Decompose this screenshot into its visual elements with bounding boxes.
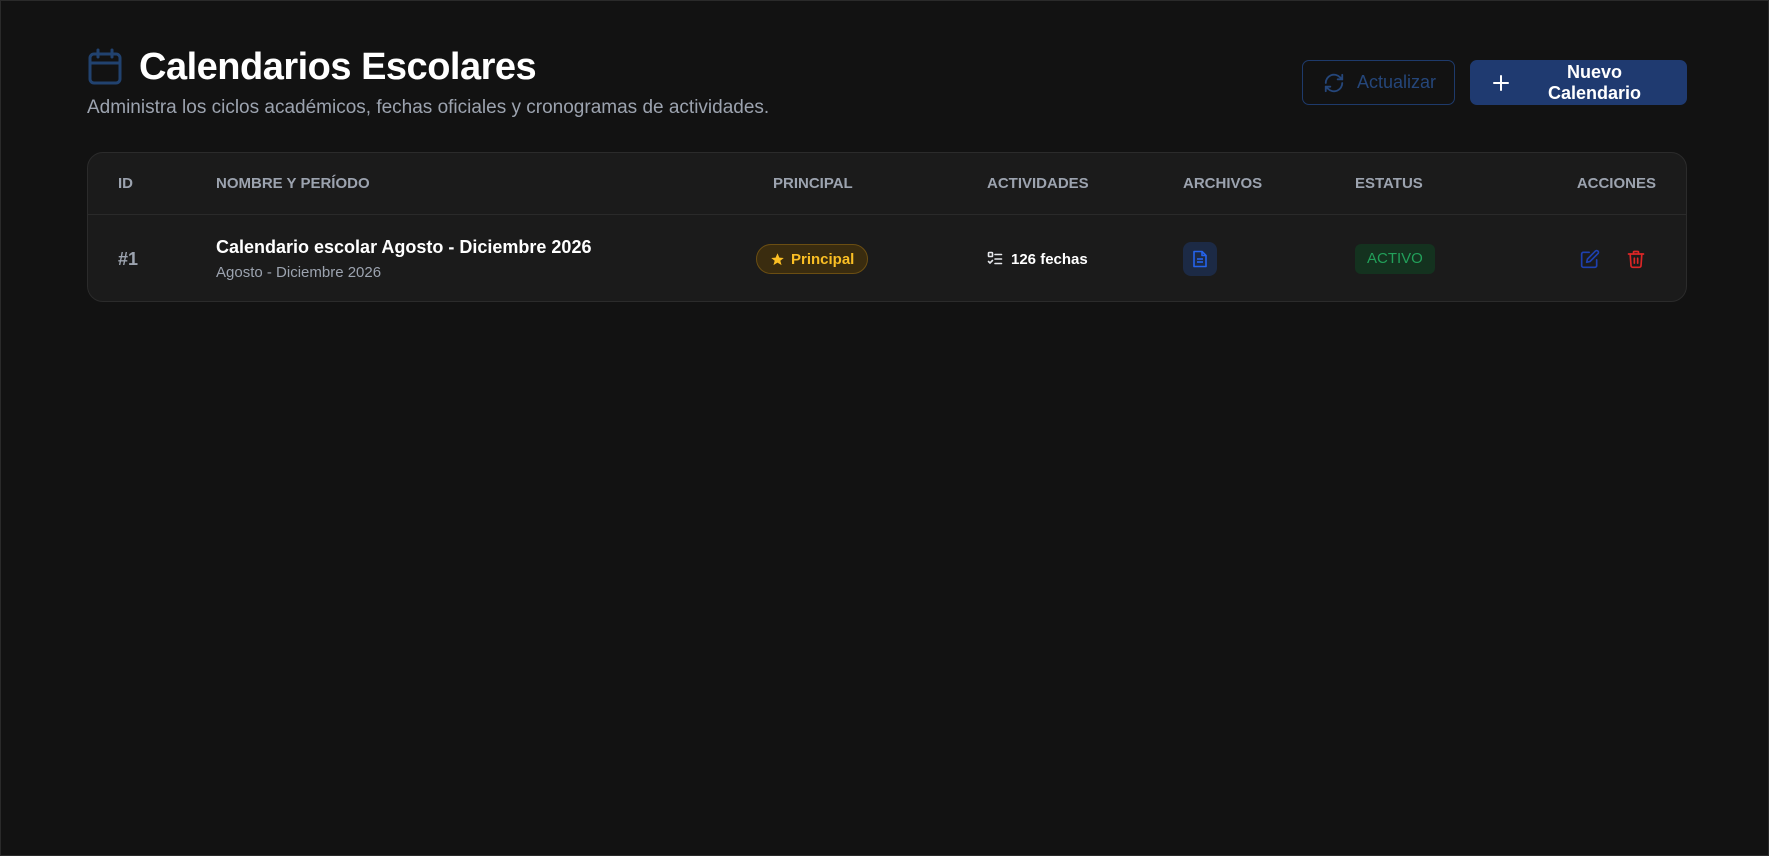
column-header-actions: ACCIONES (1576, 175, 1656, 192)
row-name-cell: Calendario escolar Agosto - Diciembre 20… (216, 215, 592, 301)
page-title: Calendarios Escolares (139, 46, 537, 88)
refresh-button-label: Actualizar (1357, 72, 1437, 92)
row-activities-cell: 126 fechas (987, 215, 1088, 301)
row-status-cell: ACTIVO (1355, 215, 1435, 301)
row-files-cell (1183, 215, 1217, 301)
column-header-activities: ACTIVIDADES (987, 175, 1089, 192)
page-header: Calendarios Escolares Administra los cic… (87, 45, 1687, 125)
refresh-icon (1323, 72, 1345, 94)
edit-icon[interactable] (1580, 249, 1600, 269)
row-actions-cell (1580, 215, 1646, 301)
document-icon (1192, 250, 1208, 268)
column-header-principal: PRINCIPAL (773, 175, 853, 192)
table-header: ID NOMBRE Y PERÍODO PRINCIPAL ACTIVIDADE… (88, 153, 1686, 215)
calendars-table: ID NOMBRE Y PERÍODO PRINCIPAL ACTIVIDADE… (87, 152, 1687, 302)
row-id: #1 (118, 248, 139, 269)
column-header-name: NOMBRE Y PERÍODO (216, 175, 370, 192)
page: Calendarios Escolares Administra los cic… (0, 0, 1769, 856)
header-actions: Actualizar Nuevo Calendario (1302, 60, 1687, 105)
principal-badge-label: Principal (791, 250, 855, 268)
activities-count: 126 fechas (1011, 250, 1088, 268)
trash-icon[interactable] (1626, 249, 1646, 269)
column-header-id: ID (118, 175, 133, 192)
calendar-name: Calendario escolar Agosto - Diciembre 20… (216, 237, 592, 257)
calendar-period: Agosto - Diciembre 2026 (216, 264, 382, 281)
new-calendar-button[interactable]: Nuevo Calendario (1470, 60, 1687, 105)
row-principal-cell: Principal (756, 215, 869, 301)
refresh-button[interactable]: Actualizar (1302, 60, 1455, 105)
file-button[interactable] (1183, 242, 1217, 276)
checklist-icon (987, 251, 1003, 267)
new-calendar-button-label: Nuevo Calendario (1547, 61, 1642, 103)
column-header-files: ARCHIVOS (1183, 175, 1263, 192)
status-badge: ACTIVO (1355, 244, 1435, 274)
calendar-icon (87, 48, 123, 86)
star-icon (770, 252, 785, 267)
principal-badge: Principal (756, 244, 869, 274)
plus-icon (1491, 73, 1511, 93)
table-row[interactable]: #1 Calendario escolar Agosto - Diciembre… (88, 215, 1686, 301)
column-header-status: ESTATUS (1355, 175, 1423, 192)
